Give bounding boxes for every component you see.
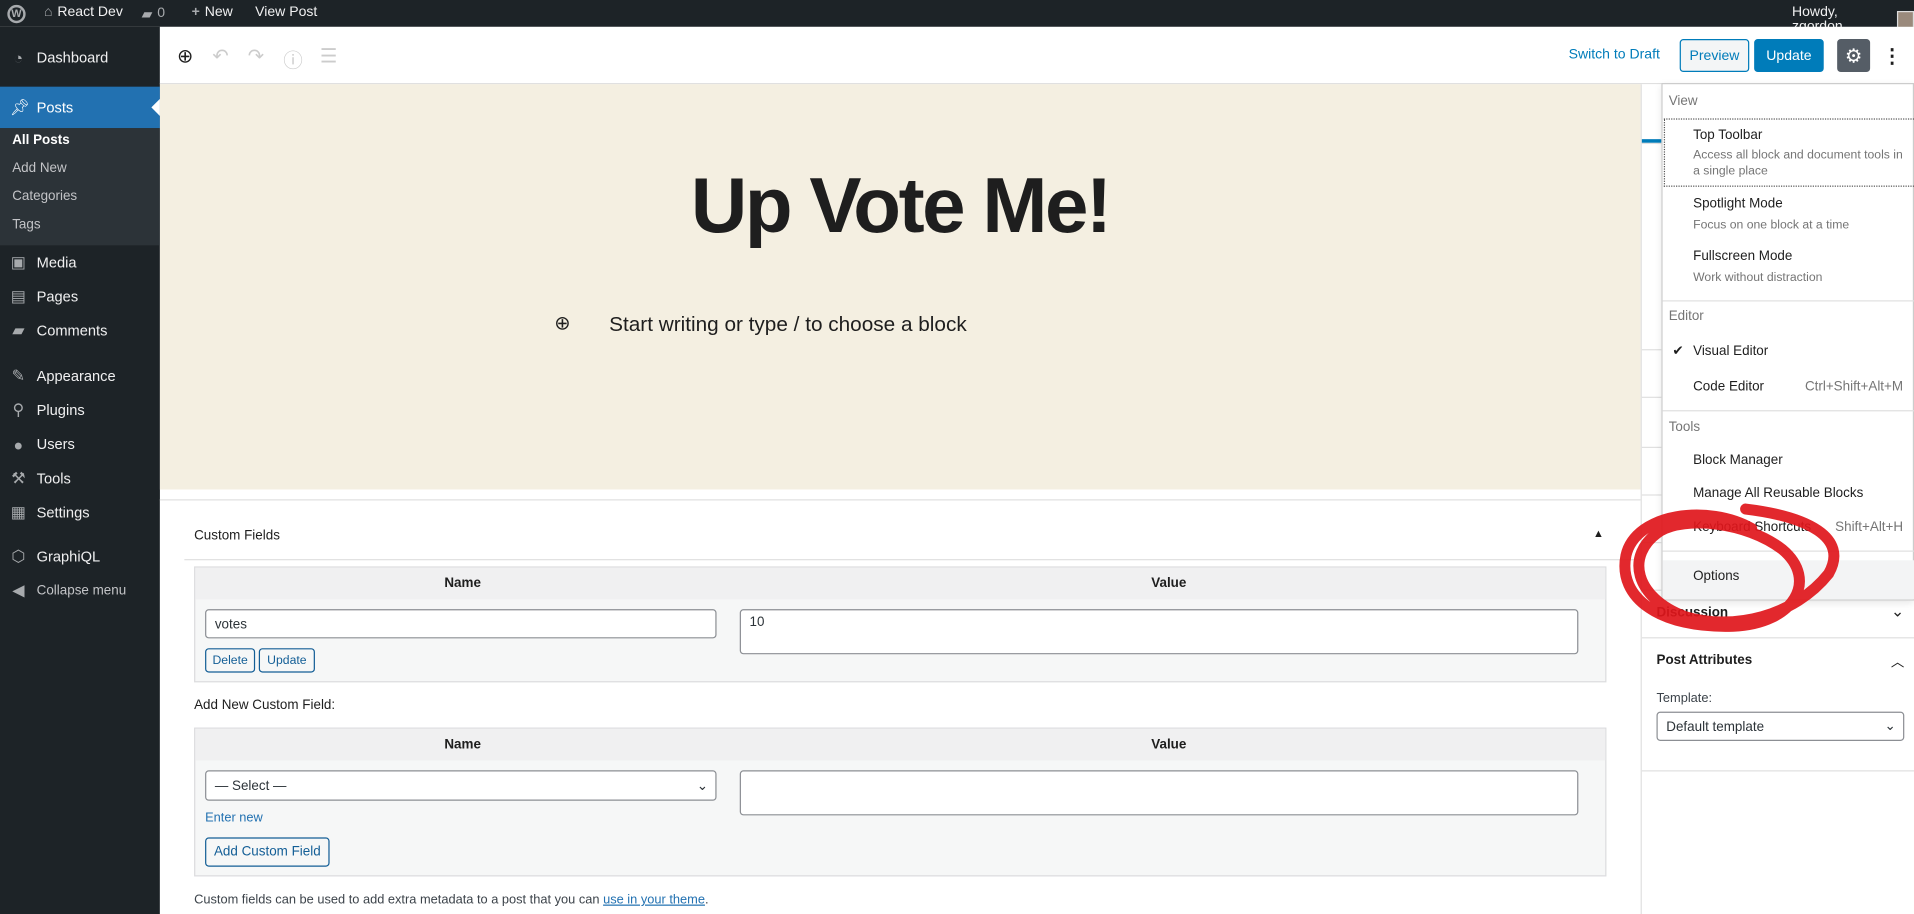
pin-icon: 📌︎	[9, 97, 30, 116]
post-attributes-toggle[interactable]: Post Attributes	[1656, 653, 1752, 668]
post-title[interactable]: Up Vote Me!	[160, 160, 1641, 250]
site-link[interactable]: ⌂ React Dev	[44, 5, 123, 20]
menu-item-fullscreen[interactable]: Fullscreen Mode	[1693, 249, 1792, 264]
chevron-up-icon[interactable]: ︿	[1891, 652, 1904, 672]
sidebar-item-dashboard[interactable]: ◔ Dashboard	[0, 42, 160, 74]
custom-fields-panel: Custom Fields ▲ Name Value votes 10 Delet…	[159, 499, 1641, 914]
update-field-button[interactable]: Update	[258, 648, 315, 673]
new-link[interactable]: + New	[192, 5, 233, 20]
collapse-icon: ◀	[12, 581, 25, 600]
comment-icon: ▰	[141, 7, 153, 22]
plus-icon: +	[191, 4, 200, 20]
use-in-theme-link[interactable]: use in your theme	[603, 892, 705, 907]
user-icon: ●	[13, 435, 24, 454]
sidebar-item-plugins[interactable]: ⚲ Plugins	[0, 394, 160, 426]
settings-icon: ▦	[10, 502, 26, 522]
switch-to-draft-button[interactable]: Switch to Draft	[1569, 48, 1660, 63]
sidebar-item-graphiql[interactable]: ⬡ GraphiQL	[0, 541, 160, 573]
block-placeholder[interactable]: Start writing or type / to choose a bloc…	[609, 312, 967, 336]
media-icon: ▣	[10, 252, 26, 271]
add-custom-field-button[interactable]: Add Custom Field	[205, 837, 330, 867]
menu-group-view: View	[1668, 93, 1698, 109]
menu-item-visual-editor[interactable]: Visual Editor	[1693, 344, 1768, 359]
template-label: Template:	[1656, 690, 1713, 706]
custom-fields-title: Custom Fields	[194, 528, 280, 544]
menu-item-block-manager[interactable]: Block Manager	[1693, 453, 1783, 468]
sidebar-item-pages[interactable]: ▤ Pages	[0, 281, 160, 313]
sidebar-item-settings[interactable]: ▦ Settings	[0, 497, 160, 529]
delete-button[interactable]: Delete	[205, 648, 256, 673]
brush-icon: ✎	[11, 366, 25, 385]
dashboard-icon: ◔	[13, 48, 24, 67]
info-icon[interactable]: ⓘ	[283, 44, 303, 73]
plugin-icon: ⚲	[12, 400, 25, 419]
comments-icon: ▰	[12, 321, 25, 340]
chevron-down-icon: ⌄	[696, 778, 709, 794]
checkmark-icon: ✔	[1672, 344, 1684, 359]
sidebar-item-comments[interactable]: ▰ Comments	[0, 315, 160, 347]
custom-field-name-input[interactable]: votes	[205, 609, 717, 639]
chevron-down-icon[interactable]: ⌄	[1891, 602, 1904, 622]
inserter-plus-icon[interactable]: ⊕	[554, 311, 570, 335]
sidebar-item-appearance[interactable]: ✎ Appearance	[0, 360, 160, 392]
enter-new-link[interactable]: Enter new	[205, 811, 263, 826]
field-name-select[interactable]: — Select — ⌄	[205, 770, 717, 801]
admin-bar: W ⌂React Dev ▰0 +New View Post Howdy, zg…	[0, 0, 1914, 34]
sidebar-item-media[interactable]: ▣ Media	[0, 247, 160, 279]
list-view-icon[interactable]: ☰	[320, 44, 338, 68]
custom-fields-help: Custom fields can be used to add extra m…	[194, 892, 709, 907]
sidebar-item-tools[interactable]: ⚒ Tools	[0, 463, 160, 495]
home-icon: ⌂	[43, 4, 53, 20]
collapse-menu[interactable]: ◀ Collapse menu	[0, 575, 160, 607]
graphql-icon: ⬡	[11, 546, 26, 566]
admin-sidebar: ◔ Dashboard 📌︎ Posts All Posts Add New Cat…	[0, 26, 160, 914]
sidebar-sub-categories[interactable]: Categories	[12, 189, 77, 204]
sidebar-item-users[interactable]: ● Users	[0, 428, 160, 460]
comments-link[interactable]: ▰ 0	[142, 5, 166, 22]
redo-icon[interactable]: ↷	[248, 44, 264, 68]
custom-fields-table: Name Value votes 10 Delete Update	[194, 566, 1607, 683]
custom-field-value-input[interactable]: 10	[739, 609, 1579, 655]
update-button[interactable]: Update	[1754, 39, 1824, 73]
wordpress-logo-icon[interactable]: W	[7, 4, 26, 24]
preview-button[interactable]: Preview	[1679, 39, 1750, 73]
add-new-field-label: Add New Custom Field:	[194, 698, 336, 713]
menu-item-spotlight[interactable]: Spotlight Mode	[1693, 197, 1783, 212]
editor-toolbar: ⊕ ↶ ↷ ⓘ ☰ Switch to Draft Preview Update…	[159, 26, 1914, 85]
settings-gear-icon[interactable]: ⚙	[1837, 39, 1871, 73]
more-options-icon[interactable]: ⋮	[1882, 39, 1902, 72]
new-field-value-input[interactable]	[739, 770, 1579, 816]
chevron-down-icon: ⌄	[1884, 718, 1896, 734]
pages-icon: ▤	[10, 286, 26, 306]
undo-icon[interactable]: ↶	[212, 44, 228, 68]
editor-canvas: Up Vote Me! ⊕ Start writing or type / to…	[159, 84, 1641, 490]
sidebar-item-posts[interactable]: 📌︎ Posts	[0, 86, 160, 129]
sidebar-sub-tags[interactable]: Tags	[12, 217, 40, 232]
menu-item-code-editor[interactable]: Code Editor	[1693, 380, 1764, 395]
wrench-icon: ⚒	[11, 468, 26, 488]
red-annotation-circle	[1619, 503, 1840, 632]
collapse-arrow-icon[interactable]: ▲	[1593, 527, 1604, 539]
sidebar-sub-all-posts[interactable]: All Posts	[12, 133, 69, 148]
view-post-link[interactable]: View Post	[255, 5, 317, 20]
template-select[interactable]: Default template ⌄	[1656, 711, 1905, 741]
avatar	[1897, 10, 1914, 29]
add-field-table: Name Value — Select — ⌄ Enter new Add Cust…	[194, 727, 1607, 877]
sidebar-sub-add-new[interactable]: Add New	[12, 161, 66, 176]
add-block-icon[interactable]: ⊕	[177, 44, 193, 68]
